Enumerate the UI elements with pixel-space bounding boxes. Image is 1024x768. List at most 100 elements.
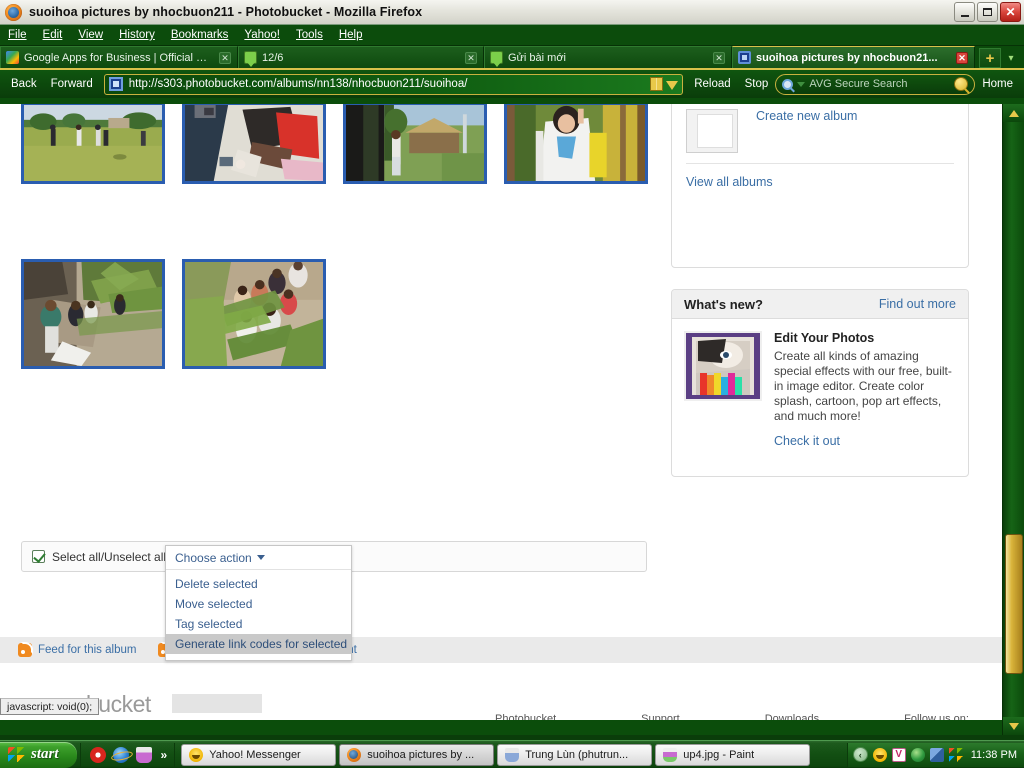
photo-thumbnail[interactable] [182, 259, 326, 369]
yahoo-smiley-icon[interactable] [872, 747, 887, 762]
albums-card-footer: View all albums [672, 164, 968, 191]
dropdown-header[interactable]: Choose action [166, 546, 351, 570]
photo-thumbnail[interactable] [504, 104, 648, 184]
whats-new-header: What's new? Find out more [672, 290, 968, 319]
choose-action-dropdown[interactable]: Choose action Delete selected Move selec… [165, 545, 352, 661]
menu-bookmarks[interactable]: Bookmarks [171, 29, 229, 41]
clock[interactable]: 11:38 PM [968, 749, 1017, 761]
minimize-button[interactable] [954, 2, 975, 22]
tab-suoihoa-pictures[interactable]: suoihoa pictures by nhocbuon21... ✕ [732, 46, 975, 68]
dropdown-item-delete-selected[interactable]: Delete selected [166, 574, 351, 594]
search-go-icon[interactable] [954, 77, 969, 91]
menu-file[interactable]: File [8, 29, 27, 41]
photo-thumbnail[interactable] [343, 104, 487, 184]
scrollbar-thumb[interactable] [1005, 534, 1023, 674]
tab-close-icon[interactable]: ✕ [465, 51, 477, 64]
taskbar-item-firefox[interactable]: suoihoa pictures by ... [339, 743, 495, 766]
yahoo-smiley-icon [189, 747, 204, 762]
maximize-button[interactable] [977, 2, 998, 22]
albums-card-body: Create new album [672, 104, 968, 153]
url-text: http://s303.photobucket.com/albums/nn138… [128, 78, 468, 90]
footer-col-photobucket[interactable]: Photobucket [495, 713, 556, 720]
globe-icon[interactable] [910, 747, 925, 762]
taskbar-item-yahoo-messenger[interactable]: Yahoo! Messenger [181, 743, 337, 766]
tab-gui-bai-moi[interactable]: Gửi bài mới ✕ [484, 46, 732, 68]
taskbar-item-label: up4.jpg - Paint [683, 748, 755, 761]
tab-google-apps[interactable]: Google Apps for Business | Official Web.… [0, 46, 238, 68]
photobucket-icon [738, 51, 751, 64]
tab-label: Gửi bài mới [508, 51, 566, 64]
menu-yahoo[interactable]: Yahoo! [244, 29, 280, 41]
forward-button[interactable]: Forward [44, 78, 100, 90]
firefox-window: suoihoa pictures by nhocbuon211 - Photob… [0, 0, 1024, 735]
chevron-down-icon [256, 555, 265, 560]
firefox-icon [5, 3, 22, 21]
close-button[interactable]: ✕ [1000, 2, 1021, 22]
opera-icon[interactable] [89, 746, 106, 763]
vertical-scrollbar[interactable] [1002, 104, 1024, 735]
home-button[interactable]: Home [975, 78, 1020, 90]
quick-launch-more-button[interactable]: » [159, 748, 168, 762]
footer-col-downloads[interactable]: Downloads [765, 713, 819, 720]
stop-button[interactable]: Stop [738, 78, 776, 90]
promo-cta-wrap: Check it out [774, 432, 956, 450]
scroll-down-button[interactable] [1003, 717, 1024, 735]
feed-album-label: Feed for this album [38, 644, 137, 656]
address-bar[interactable]: http://s303.photobucket.com/albums/nn138… [103, 73, 684, 95]
start-label: start [31, 746, 59, 762]
network-icon[interactable] [929, 747, 944, 762]
feeds-bar: Feed for this album Feed for all nhocbuo… [0, 637, 1002, 663]
menu-help[interactable]: Help [339, 29, 363, 41]
system-tray: ‹ V 11:38 PM [846, 742, 1024, 767]
avg-icon[interactable]: V [891, 747, 906, 762]
list-all-tabs-button[interactable]: ▾ [1001, 48, 1021, 68]
tray-expand-button[interactable]: ‹ [852, 747, 868, 762]
select-all-checkbox[interactable] [32, 550, 45, 563]
bookmark-icon[interactable] [650, 77, 664, 91]
check-it-out-link[interactable]: Check it out [774, 434, 840, 448]
photo-image [24, 262, 162, 366]
footer-search-input[interactable] [172, 694, 262, 713]
tab-12-6[interactable]: 12/6 ✕ [238, 46, 484, 68]
photo-thumbnail[interactable] [21, 104, 165, 184]
start-button[interactable]: start [0, 741, 77, 768]
menu-view[interactable]: View [78, 29, 103, 41]
yahoo-messenger-icon[interactable] [135, 746, 152, 763]
dropdown-item-tag-selected[interactable]: Tag selected [166, 614, 351, 634]
search-input[interactable]: AVG Secure Search [809, 78, 950, 90]
menu-bar: File Edit View History Bookmarks Yahoo! … [0, 25, 1024, 46]
new-tab-button[interactable]: + [979, 48, 1001, 68]
chevron-down-icon[interactable] [797, 81, 806, 87]
reload-button[interactable]: Reload [687, 78, 737, 90]
download-arrow-icon[interactable] [666, 80, 679, 90]
tab-strip: Google Apps for Business | Official Web.… [0, 46, 1024, 70]
tab-close-icon[interactable]: ✕ [713, 51, 725, 64]
footer-col-support[interactable]: Support [641, 713, 680, 720]
taskbar-item-label: Yahoo! Messenger [209, 748, 301, 761]
dropdown-item-move-selected[interactable]: Move selected [166, 594, 351, 614]
windows-icon[interactable] [948, 747, 963, 762]
paint-icon [663, 747, 678, 762]
photo-thumbnail[interactable] [182, 104, 326, 184]
internet-explorer-icon[interactable] [112, 746, 129, 763]
search-bar[interactable]: AVG Secure Search [775, 73, 976, 95]
dropdown-item-generate-link-codes[interactable]: Generate link codes for selected [166, 634, 351, 654]
menu-history[interactable]: History [119, 29, 155, 41]
menu-edit[interactable]: Edit [43, 29, 63, 41]
feed-album[interactable]: Feed for this album [18, 642, 137, 657]
taskbar-item-label: Trung Lùn (phutrun... [525, 748, 629, 761]
back-button[interactable]: Back [4, 78, 44, 90]
menu-file-label: File [8, 29, 27, 41]
promo-text: Edit Your Photos Create all kinds of ama… [774, 331, 956, 450]
scroll-up-button[interactable] [1003, 104, 1024, 122]
taskbar-item-paint[interactable]: up4.jpg - Paint [655, 743, 811, 766]
tab-close-icon[interactable]: ✕ [219, 51, 231, 64]
view-all-albums-link[interactable]: View all albums [686, 175, 773, 189]
footer-col-follow-us[interactable]: Follow us on: [904, 713, 969, 720]
tab-close-icon[interactable]: ✕ [956, 51, 968, 64]
create-new-album-link[interactable]: Create new album [756, 109, 857, 123]
menu-tools[interactable]: Tools [296, 29, 323, 41]
taskbar-item-trung-lun[interactable]: Trung Lùn (phutrun... [497, 743, 653, 766]
find-out-more-link[interactable]: Find out more [879, 297, 956, 311]
photo-thumbnail[interactable] [21, 259, 165, 369]
